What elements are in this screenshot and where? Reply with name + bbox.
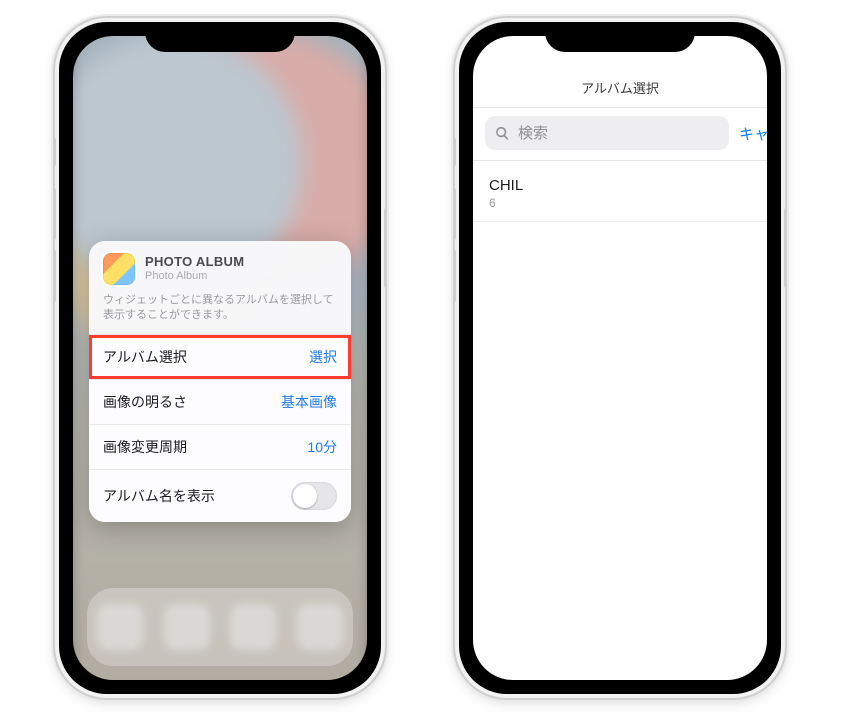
show-album-name-toggle[interactable] xyxy=(291,482,337,510)
volume-down xyxy=(55,250,56,302)
row-interval[interactable]: 画像変更周期 10分 xyxy=(89,425,351,470)
popup-subtitle: Photo Album xyxy=(145,270,244,283)
row-brightness-value: 基本画像 xyxy=(281,392,337,412)
notch xyxy=(545,22,695,52)
row-interval-label: 画像変更周期 xyxy=(103,437,187,457)
row-interval-value: 10分 xyxy=(307,437,337,457)
row-album-select[interactable]: アルバム選択 選択 xyxy=(89,335,351,380)
toggle-knob xyxy=(293,484,317,508)
row-show-album-name-label: アルバム名を表示 xyxy=(103,486,215,506)
volume-up xyxy=(455,188,456,240)
row-show-album-name[interactable]: アルバム名を表示 xyxy=(89,470,351,522)
phone-mock-right: アルバム選択 キャンセル CHIL 6 xyxy=(455,18,785,698)
list-item[interactable]: CHIL 6 xyxy=(473,169,767,222)
popup-description: ウィジェットごとに異なるアルバムを選択して表示することができます。 xyxy=(89,291,351,334)
album-list: CHIL 6 xyxy=(473,161,767,222)
power-button xyxy=(384,208,385,288)
cancel-button[interactable]: キャンセル xyxy=(739,123,767,144)
search-input[interactable] xyxy=(516,124,719,143)
mute-switch xyxy=(455,138,456,166)
album-name: CHIL xyxy=(489,177,751,196)
mute-switch xyxy=(55,138,56,166)
dock-blur xyxy=(87,588,353,666)
volume-down xyxy=(455,250,456,302)
phone-mock-left: PHOTO ALBUM Photo Album ウィジェットごとに異なるアルバム… xyxy=(55,18,385,698)
row-brightness[interactable]: 画像の明るさ 基本画像 xyxy=(89,380,351,425)
power-button xyxy=(784,208,785,288)
row-brightness-label: 画像の明るさ xyxy=(103,392,187,412)
notch xyxy=(145,22,295,52)
row-album-select-label: アルバム選択 xyxy=(103,347,187,367)
row-album-select-value: 選択 xyxy=(309,347,337,367)
volume-up xyxy=(55,188,56,240)
search-icon xyxy=(495,126,510,141)
navbar-title: アルバム選択 xyxy=(581,78,659,97)
app-icon xyxy=(103,253,135,285)
search-field[interactable] xyxy=(485,116,729,150)
popup-title: PHOTO ALBUM xyxy=(145,255,244,270)
widget-settings-popup: PHOTO ALBUM Photo Album ウィジェットごとに異なるアルバム… xyxy=(89,241,351,522)
album-count: 6 xyxy=(489,196,751,211)
